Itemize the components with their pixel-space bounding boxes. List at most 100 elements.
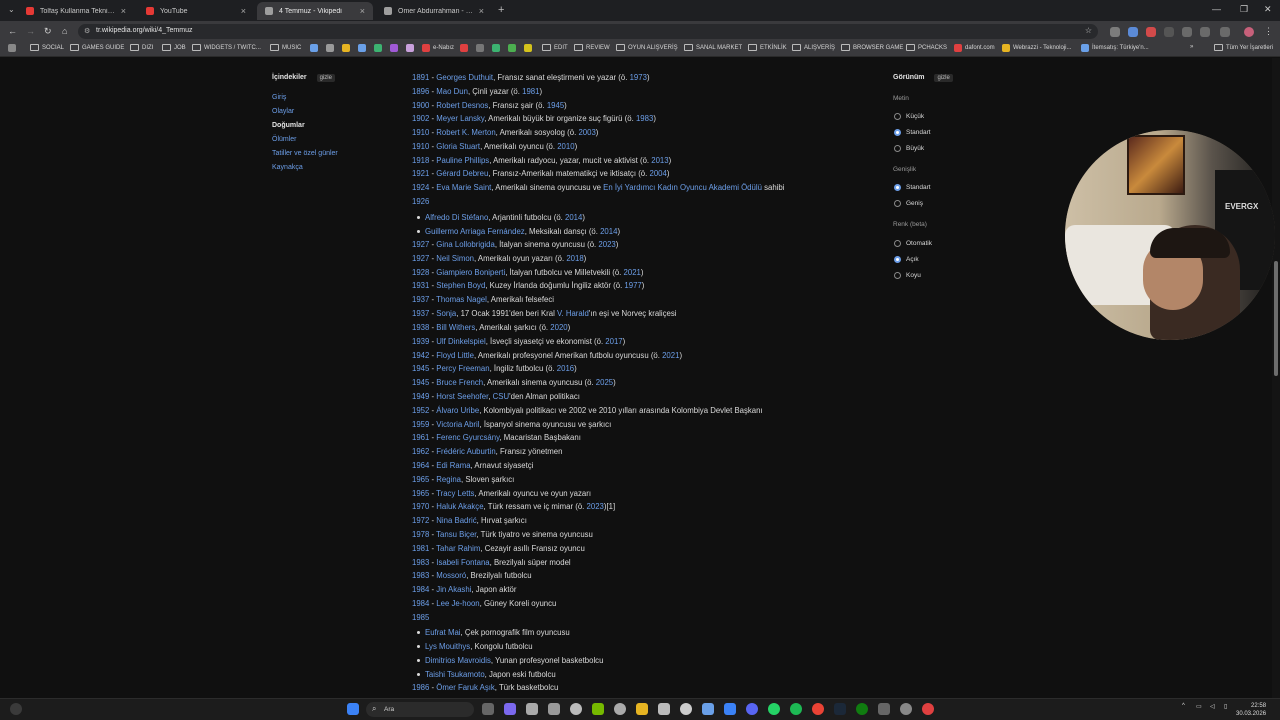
year-link[interactable]: 1961 <box>412 433 429 442</box>
year-link[interactable]: 1984 <box>412 599 429 608</box>
year-link[interactable]: 1985 <box>412 613 429 622</box>
year-link[interactable]: 1938 <box>412 323 429 332</box>
person-link[interactable]: Meyer Lansky <box>436 114 484 123</box>
person-link[interactable]: Ferenc Gyurcsány <box>436 433 499 442</box>
bookmark-icon[interactable] <box>374 44 385 52</box>
death-year-link[interactable]: 1981 <box>522 87 539 96</box>
app-icon[interactable] <box>658 703 670 715</box>
text-size-standard-option[interactable]: Standart <box>894 129 931 136</box>
bookmark-browser-game[interactable]: BROWSER GAME <box>841 44 903 51</box>
battery-icon[interactable]: ▯ <box>1224 703 1227 710</box>
maximize-icon[interactable]: ❐ <box>1240 4 1248 15</box>
death-year-link[interactable]: 2021 <box>662 351 679 360</box>
person-link[interactable]: Regina <box>436 475 461 484</box>
discord-icon[interactable] <box>746 703 758 715</box>
year-link[interactable]: 1891 <box>412 73 429 82</box>
person-link[interactable]: Floyd Little <box>436 351 474 360</box>
year-link[interactable]: 1978 <box>412 530 429 539</box>
close-tab-icon[interactable]: × <box>241 6 246 16</box>
bookmark-music[interactable]: MUSIC <box>270 44 301 51</box>
toc-item-dogumlar[interactable]: Doğumlar <box>272 122 305 129</box>
avatar[interactable] <box>1244 27 1254 37</box>
year-link[interactable]: 1942 <box>412 351 429 360</box>
person-link[interactable]: Haluk Akakçe <box>436 502 483 511</box>
text-size-large-option[interactable]: Büyük <box>894 145 924 152</box>
person-link[interactable]: Álvaro Uribe <box>436 406 479 415</box>
bookmark-icon[interactable] <box>310 44 321 52</box>
bookmark-icon[interactable] <box>460 44 471 52</box>
width-standard-option[interactable]: Standart <box>894 184 931 191</box>
steam-icon[interactable] <box>834 703 846 715</box>
bookmark-sanal-market[interactable]: SANAL MARKET <box>684 44 742 51</box>
year-link[interactable]: 1952 <box>412 406 429 415</box>
person-link[interactable]: Horst Seehofer <box>436 392 488 401</box>
extension-icon[interactable] <box>1146 27 1156 37</box>
year-link[interactable]: 1986 <box>412 683 429 692</box>
app-icon[interactable] <box>570 703 582 715</box>
sidebar-icon[interactable] <box>1220 27 1230 37</box>
extensions-puzzle-icon[interactable] <box>1200 27 1210 37</box>
bookmark-icon[interactable] <box>390 44 401 52</box>
person-link[interactable]: Victoria Abril <box>436 420 479 429</box>
person-link[interactable]: Gina Lollobrigida <box>436 240 495 249</box>
bookmark-pchacks[interactable]: PCHACKS <box>906 44 947 51</box>
person-link[interactable]: Edi Rama <box>436 461 470 470</box>
year-link[interactable]: 1928 <box>412 268 429 277</box>
death-year-link[interactable]: V. Harald <box>557 309 589 318</box>
person-link[interactable]: Neil Simon <box>436 254 474 263</box>
year-link[interactable]: 1962 <box>412 447 429 456</box>
year-link[interactable]: 1965 <box>412 489 429 498</box>
death-year-link[interactable]: 2017 <box>605 337 622 346</box>
person-link[interactable]: Mao Dun <box>436 87 468 96</box>
chrome-icon[interactable] <box>812 703 824 715</box>
bookmark-star-icon[interactable]: ☆ <box>1085 26 1092 35</box>
app-icon[interactable] <box>548 703 560 715</box>
color-dark-option[interactable]: Koyu <box>894 272 921 279</box>
year-link[interactable]: 1970 <box>412 502 429 511</box>
person-link[interactable]: Lee Je-hoon <box>436 599 479 608</box>
person-link[interactable]: Georges Duthuit <box>436 73 493 82</box>
year-link[interactable]: 1910 <box>412 142 429 151</box>
bookmark-icon[interactable] <box>406 44 417 52</box>
tab-4-temmuz[interactable]: 4 Temmuz - Vikipedi × <box>257 2 373 20</box>
death-year-link[interactable]: 2004 <box>649 169 666 178</box>
year-link[interactable]: 1939 <box>412 337 429 346</box>
death-year-link[interactable]: 2003 <box>578 128 595 137</box>
death-year-link[interactable]: 2021 <box>624 268 641 277</box>
death-year-link[interactable]: 2014 <box>565 213 582 222</box>
death-year-link[interactable]: CSU <box>493 392 509 401</box>
clock[interactable]: 22:58 30.03.2026 <box>1236 702 1266 718</box>
death-year-link[interactable]: 2025 <box>596 378 613 387</box>
person-link[interactable]: Isabeli Fontana <box>436 558 489 567</box>
person-link[interactable]: Frédéric Auburtin <box>436 447 495 456</box>
year-link[interactable]: 1959 <box>412 420 429 429</box>
extension-icon[interactable] <box>1110 27 1120 37</box>
year-link[interactable]: 1918 <box>412 156 429 165</box>
close-tab-icon[interactable]: × <box>360 6 365 16</box>
person-link[interactable]: Gloria Stuart <box>436 142 480 151</box>
tab-tolfas[interactable]: Tolfaş Kullanma Teknikleri - Bur... × <box>18 2 134 20</box>
person-link[interactable]: Ömer Faruk Aşık <box>436 683 495 692</box>
settings-icon[interactable] <box>614 703 626 715</box>
person-link[interactable]: Stephen Boyd <box>436 281 485 290</box>
xbox-icon[interactable] <box>856 703 868 715</box>
chevron-right-icon[interactable]: » <box>1190 44 1193 50</box>
volume-icon[interactable]: ◁ <box>1210 703 1215 710</box>
close-tab-icon[interactable]: × <box>479 6 484 16</box>
year-link[interactable]: 1924 <box>412 183 429 192</box>
forward-icon[interactable]: → <box>26 26 35 36</box>
extension-icon[interactable] <box>1128 27 1138 37</box>
year-link[interactable]: 1910 <box>412 128 429 137</box>
width-wide-option[interactable]: Geniş <box>894 200 923 207</box>
bookmark-oyun-alisveris[interactable]: OYUN ALIŞVERİŞ <box>616 44 678 51</box>
bookmark-alisveris[interactable]: ALIŞVERİŞ <box>792 44 835 51</box>
appearance-hide-button[interactable]: gizle <box>934 74 953 82</box>
person-link[interactable]: Dimitrios Mavroidis <box>425 656 491 665</box>
person-link[interactable]: Nina Badrić <box>436 516 476 525</box>
person-link[interactable]: Eva Marie Saint <box>436 183 491 192</box>
text-size-small-option[interactable]: Küçük <box>894 113 924 120</box>
death-year-link[interactable]: 1977 <box>624 281 641 290</box>
year-link[interactable]: 1945 <box>412 364 429 373</box>
bookmark-icon[interactable] <box>326 44 337 52</box>
year-link[interactable]: 1983 <box>412 558 429 567</box>
